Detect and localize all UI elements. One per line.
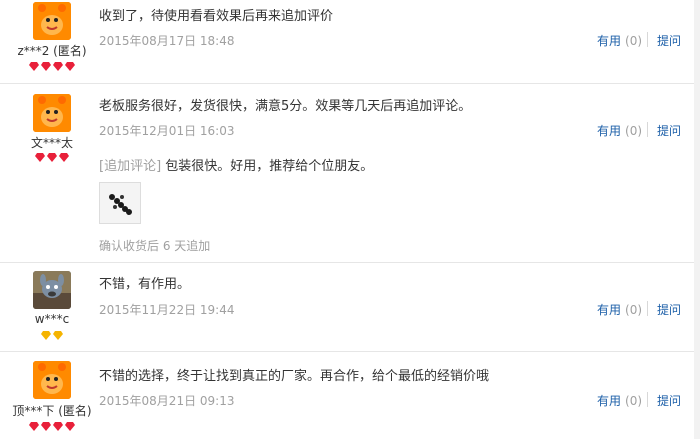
review-item: 顶***下 (匿名) 不错的选择，终于让找到真正的厂家。再合作，给个最低的经销价… [0,352,700,439]
useful-count: (0) [625,303,643,317]
review-date: 2015年08月17日 18:48 [99,34,235,48]
useful-button[interactable]: 有用 (0) [597,32,642,49]
user-photo-icon [33,271,71,309]
review-item: z***2 (匿名) 收到了，待使用看看效果后再来追加评价 2015年08月17… [0,0,700,84]
review-content: 不错，有作用。 [99,277,191,292]
red-diamond-icon [41,422,51,431]
ask-button[interactable]: 提问 [657,32,681,49]
scrollbar[interactable] [694,0,700,439]
username: w***c [34,312,70,326]
ask-button[interactable]: 提问 [657,122,681,139]
avatar[interactable] [33,2,71,40]
username: 顶***下 (匿名) [12,404,92,418]
avatar[interactable] [33,94,71,132]
divider [647,122,648,137]
review-item: w***c 不错，有作用。 2015年11月22日 19:44 有用 (0) 提问 [0,263,700,352]
useful-button[interactable]: 有用 (0) [597,301,642,318]
product-photo-icon [100,183,140,223]
buyer-level-badges [0,422,104,431]
yellow-diamond-icon [53,331,63,340]
append-content: 包装很快。好用，推荐给个位朋友。 [165,159,374,174]
red-diamond-icon [65,422,75,431]
divider [647,301,648,316]
ask-button[interactable]: 提问 [657,392,681,409]
red-diamond-icon [35,153,45,162]
useful-label[interactable]: 有用 [597,303,621,317]
buyer-level-badges [0,153,104,162]
useful-count: (0) [625,34,643,48]
red-diamond-icon [41,62,51,71]
useful-count: (0) [625,394,643,408]
taobao-avatar-icon [33,361,71,399]
append-review: [追加评论] 包装很快。好用，推荐给个位朋友。 [99,155,373,174]
red-diamond-icon [53,422,63,431]
useful-label[interactable]: 有用 [597,124,621,138]
red-diamond-icon [47,153,57,162]
avatar[interactable] [33,271,71,309]
red-diamond-icon [65,62,75,71]
buyer-level-badges [0,62,104,71]
review-date: 2015年08月21日 09:13 [99,394,235,408]
useful-button[interactable]: 有用 (0) [597,392,642,409]
useful-label[interactable]: 有用 [597,34,621,48]
yellow-diamond-icon [41,331,51,340]
review-photo-thumbnail[interactable] [99,182,141,224]
append-tag: [追加评论] [99,159,162,174]
red-diamond-icon [29,62,39,71]
username: z***2 (匿名) [17,44,87,58]
red-diamond-icon [59,153,69,162]
ask-button[interactable]: 提问 [657,301,681,318]
review-content: 不错的选择，终于让找到真正的厂家。再合作，给个最低的经销价哦 [99,369,490,384]
review-date: 2015年11月22日 19:44 [99,303,235,317]
divider [647,392,648,407]
avatar[interactable] [33,361,71,399]
red-diamond-icon [29,422,39,431]
useful-label[interactable]: 有用 [597,394,621,408]
useful-button[interactable]: 有用 (0) [597,122,642,139]
username: 文***太 [30,136,73,150]
taobao-avatar-icon [33,94,71,132]
append-note: 确认收货后 6 天追加 [99,239,211,253]
divider [647,32,648,47]
review-date: 2015年12月01日 16:03 [99,124,235,138]
taobao-avatar-icon [33,2,71,40]
review-content: 收到了，待使用看看效果后再来追加评价 [99,9,334,24]
useful-count: (0) [625,124,643,138]
red-diamond-icon [53,62,63,71]
buyer-level-badges [0,331,104,340]
review-item: 文***太 老板服务很好，发货很快，满意5分。效果等几天后再追加评论。 2015… [0,84,700,263]
review-content: 老板服务很好，发货很快，满意5分。效果等几天后再追加评论。 [99,99,472,114]
